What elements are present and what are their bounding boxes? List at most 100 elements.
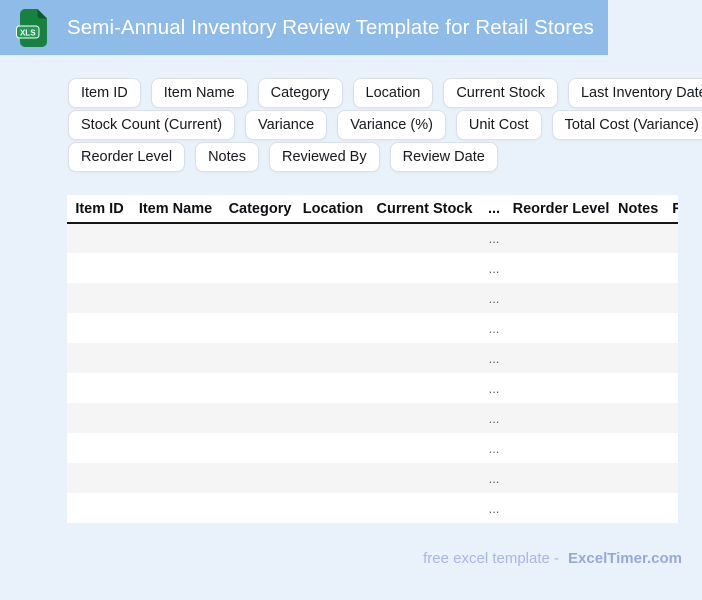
brand-link[interactable]: ExcelTimer.com (568, 550, 682, 567)
table-cell (67, 433, 132, 463)
column-chip-current-stock[interactable]: Current Stock (443, 78, 558, 108)
table-cell (658, 493, 678, 523)
table-cell (365, 403, 484, 433)
xls-file-icon: XLS (16, 8, 47, 47)
column-chip-unit-cost[interactable]: Unit Cost (455, 110, 542, 140)
column-header-category: Category (219, 195, 301, 224)
table-cell (618, 463, 658, 493)
column-chip-total-cost-variance[interactable]: Total Cost (Variance) (551, 110, 702, 140)
xls-badge-label: XLS (20, 28, 36, 37)
table-cell (658, 223, 678, 253)
table-cell (219, 283, 301, 313)
table-cell (658, 373, 678, 403)
table-cell (67, 493, 132, 523)
table-cell (132, 283, 219, 313)
column-chip-item-name[interactable]: Item Name (150, 78, 248, 108)
table-cell (301, 433, 365, 463)
table-row: ... (67, 433, 678, 463)
row-ellipsis: ... (488, 320, 500, 336)
table-cell (132, 433, 219, 463)
table-row: ... (67, 223, 678, 253)
table-cell (219, 463, 301, 493)
table-cell (504, 403, 618, 433)
column-chip-list: Item ID Item Name Category Location Current … (68, 78, 702, 172)
table-cell (132, 253, 219, 283)
table-cell (301, 403, 365, 433)
table-cell (658, 403, 678, 433)
column-header-ellipsis: ... (484, 195, 504, 224)
table-row: ... (67, 463, 678, 493)
table-cell (365, 253, 484, 283)
column-header-item-name: Item Name (132, 195, 219, 224)
table-cell (504, 373, 618, 403)
table-cell (301, 313, 365, 343)
table-cell (504, 223, 618, 253)
table-cell (365, 223, 484, 253)
footer-text: free excel template - (423, 550, 560, 567)
page-title: Semi-Annual Inventory Review Template fo… (67, 15, 594, 39)
column-chip-last-inventory-date[interactable]: Last Inventory Date (567, 78, 702, 108)
table-cell (67, 283, 132, 313)
table-row: ... (67, 493, 678, 523)
table-cell (504, 253, 618, 283)
table-cell (301, 343, 365, 373)
table-cell (504, 493, 618, 523)
chip-row: Reorder Level Notes Reviewed By Review Date (68, 142, 702, 172)
table-cell (301, 373, 365, 403)
table-cell (618, 223, 658, 253)
column-chip-category[interactable]: Category (257, 78, 343, 108)
table-cell (219, 253, 301, 283)
table-cell (504, 463, 618, 493)
table-cell (132, 373, 219, 403)
table-cell (301, 493, 365, 523)
table-cell (618, 493, 658, 523)
column-chip-variance[interactable]: Variance (%) (337, 110, 446, 140)
header-bar: XLS Semi-Annual Inventory Review Templat… (0, 0, 608, 55)
column-header-reviewed-by: Reviewed By (658, 195, 678, 224)
column-chip-reviewed-by[interactable]: Reviewed By (268, 142, 380, 172)
table-cell (219, 373, 301, 403)
table-cell (67, 253, 132, 283)
table-cell (365, 373, 484, 403)
table-cell (618, 283, 658, 313)
table-cell (301, 283, 365, 313)
row-ellipsis: ... (488, 350, 500, 366)
table-cell (504, 343, 618, 373)
table-cell (504, 433, 618, 463)
table-cell (618, 313, 658, 343)
row-ellipsis: ... (488, 500, 500, 516)
table-cell (132, 463, 219, 493)
column-header-current-stock: Current Stock (365, 195, 484, 224)
inventory-table: Item ID Item Name Category Location Current … (67, 195, 678, 523)
column-chip-notes[interactable]: Notes (195, 142, 259, 172)
table-cell (219, 493, 301, 523)
column-chip-location[interactable]: Location (352, 78, 434, 108)
table-cell (301, 463, 365, 493)
table-cell (132, 493, 219, 523)
table-row: ... (67, 343, 678, 373)
table-row: ... (67, 373, 678, 403)
table-row: ... (67, 403, 678, 433)
table-cell (132, 343, 219, 373)
column-chip-reorder-level[interactable]: Reorder Level (68, 142, 186, 172)
table-cell (658, 433, 678, 463)
table-cell (504, 283, 618, 313)
row-ellipsis: ... (488, 470, 500, 486)
column-header-notes: Notes (618, 195, 658, 224)
table-cell (301, 223, 365, 253)
table-cell (618, 403, 658, 433)
table-cell (219, 343, 301, 373)
column-chip-review-date[interactable]: Review Date (389, 142, 498, 172)
table-cell (365, 343, 484, 373)
table-row: ... (67, 283, 678, 313)
column-header-reorder-level: Reorder Level (504, 195, 618, 224)
table-cell (658, 343, 678, 373)
table-cell (67, 373, 132, 403)
column-chip-stock-count-current[interactable]: Stock Count (Current) (68, 110, 236, 140)
table-cell (67, 403, 132, 433)
column-chip-variance[interactable]: Variance (245, 110, 328, 140)
row-ellipsis: ... (488, 231, 500, 246)
column-chip-item-id[interactable]: Item ID (68, 78, 141, 108)
column-header-item-id: Item ID (67, 195, 132, 224)
table-cell (132, 223, 219, 253)
